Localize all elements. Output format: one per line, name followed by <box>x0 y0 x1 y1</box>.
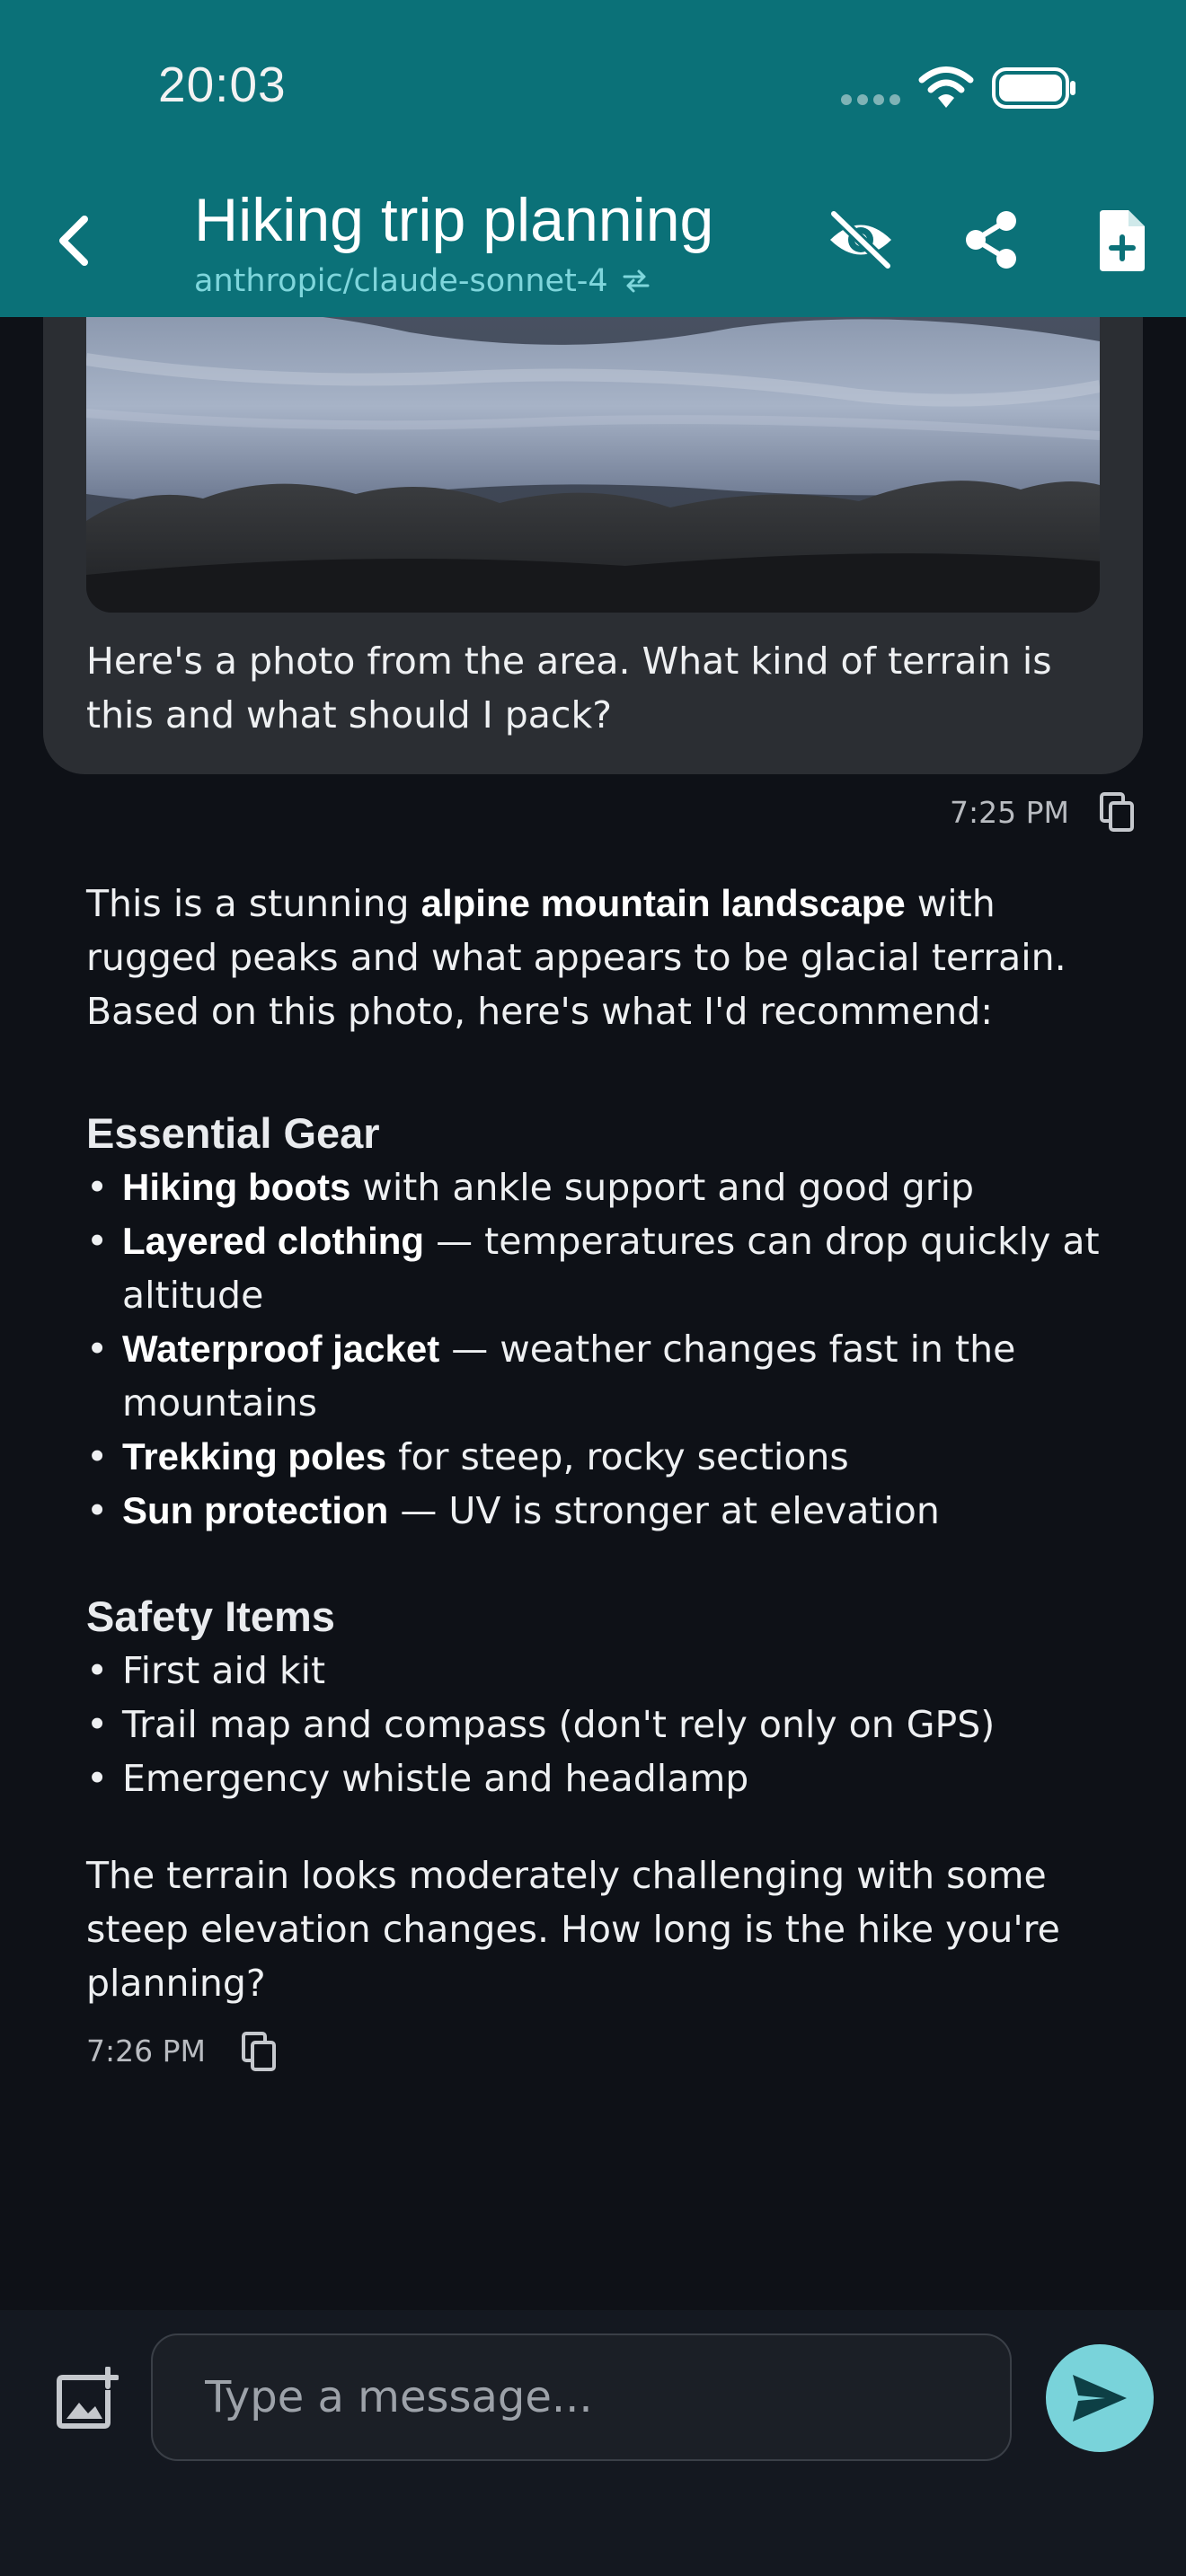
eye-off-icon[interactable] <box>825 208 897 271</box>
user-message-meta: 7:25 PM <box>950 792 1134 832</box>
list-item: Layered clothing — temperatures can drop… <box>86 1214 1120 1322</box>
send-button[interactable] <box>1046 2344 1154 2452</box>
assistant-closing: The terrain looks moderately challenging… <box>86 1854 1060 2005</box>
share-icon[interactable] <box>961 208 1022 271</box>
new-document-icon[interactable] <box>1094 208 1148 273</box>
add-image-icon[interactable] <box>56 2367 119 2430</box>
title-block: Hiking trip planning anthropic/claude-so… <box>194 184 713 299</box>
battery-icon <box>992 67 1075 109</box>
safety-items-heading: Safety Items <box>86 1592 335 1640</box>
copy-icon[interactable] <box>241 2032 276 2071</box>
list-item: First aid kit <box>86 1644 1120 1698</box>
status-time: 20:03 <box>158 57 287 112</box>
essential-gear-list: Hiking boots with ankle support and good… <box>86 1160 1120 1538</box>
model-selector[interactable]: anthropic/claude-sonnet-4 <box>194 263 713 299</box>
assistant-intro: This is a stunning alpine mountain lands… <box>86 882 1067 1033</box>
list-item: Trail map and compass (don't rely only o… <box>86 1698 1120 1751</box>
list-item: Hiking boots with ankle support and good… <box>86 1160 1120 1214</box>
list-item: Sun protection — UV is stronger at eleva… <box>86 1484 1120 1538</box>
user-message-time: 7:25 PM <box>950 794 1069 830</box>
list-item: Waterproof jacket — weather changes fast… <box>86 1322 1120 1430</box>
list-item: Emergency whistle and headlamp <box>86 1751 1120 1805</box>
message-input[interactable] <box>151 2333 1012 2461</box>
signal-icon <box>841 94 900 105</box>
user-message-text: Here's a photo from the area. What kind … <box>86 640 1052 737</box>
intro-emphasis: alpine mountain landscape <box>420 882 906 924</box>
chat-title: Hiking trip planning <box>194 186 714 254</box>
swap-icon <box>623 269 650 293</box>
app-header: 20:03 Hiking trip planning anthropic/cla… <box>0 0 1186 317</box>
mountain-photo-image <box>86 278 1100 613</box>
assistant-message-meta: 7:26 PM <box>86 2025 1120 2078</box>
essential-gear-heading: Essential Gear <box>86 1109 380 1157</box>
assistant-message-time: 7:26 PM <box>86 2033 206 2069</box>
send-icon <box>1073 2375 1127 2422</box>
attached-photo[interactable] <box>86 278 1100 613</box>
message-composer <box>0 2310 1186 2576</box>
copy-icon[interactable] <box>1100 792 1134 832</box>
assistant-message: This is a stunning alpine mountain lands… <box>86 877 1120 2078</box>
wifi-icon <box>918 66 974 108</box>
back-button[interactable] <box>47 208 104 273</box>
list-item: Trekking poles for steep, rocky sections <box>86 1430 1120 1484</box>
model-name: anthropic/claude-sonnet-4 <box>194 263 608 299</box>
safety-items-list: First aid kit Trail map and compass (don… <box>86 1644 1120 1805</box>
